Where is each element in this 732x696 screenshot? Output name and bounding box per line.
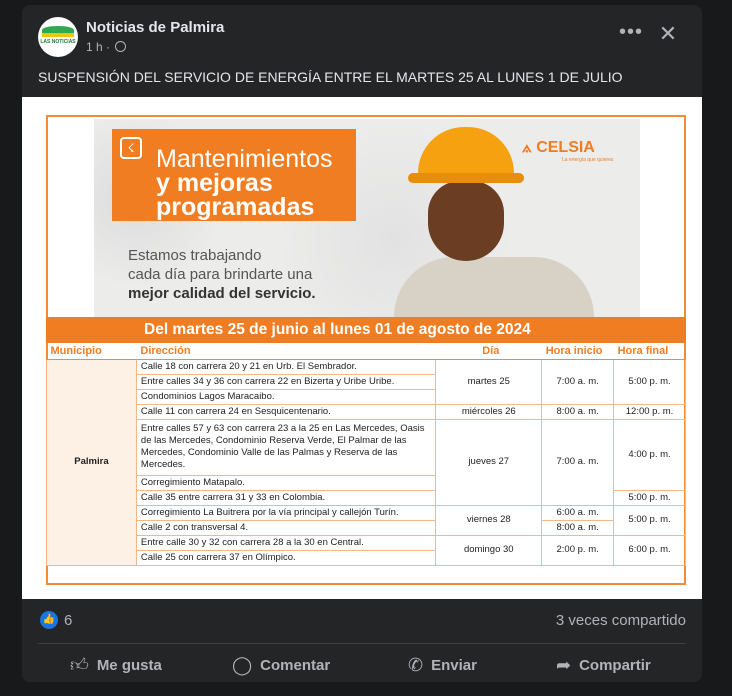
dia-cell: martes 25 [435, 358, 543, 405]
footer-divider [38, 643, 686, 644]
inicio-cell: 8:00 a. m. [541, 403, 615, 420]
final-cell: 6:00 p. m. [613, 534, 686, 566]
date-range: Del martes 25 de junio al lunes 01 de ag… [46, 317, 686, 343]
post-text: SUSPENSIÓN DEL SERVICIO DE ENERGÍA ENTRE… [38, 69, 623, 85]
send-label: Enviar [431, 656, 477, 674]
logo-yellow-band [42, 33, 74, 37]
final-cell: 5:00 p. m. [613, 504, 686, 536]
dir-cell: Calle 11 con carrera 24 en Sesquicentena… [135, 403, 437, 420]
inicio-cell: 2:00 p. m. [541, 534, 615, 566]
dir-cell: Calle 18 con carrera 20 y 21 en Urb. El … [135, 358, 437, 375]
dir-cell: Calle 35 entre carrera 31 y 33 en Colomb… [135, 489, 437, 506]
share-label: Compartir [579, 656, 651, 674]
post-card: LAS NOTICIAS Noticias de Palmira 1 h · •… [22, 5, 702, 682]
dir-cell: Entre calles 34 y 36 con carrera 22 en B… [135, 373, 437, 390]
share-count[interactable]: 3 veces compartido [556, 612, 686, 629]
post-time[interactable]: 1 h · [86, 40, 127, 54]
flyer-banner: ☇ Mantenimientos y mejoras programadas E… [94, 119, 640, 319]
flyer-subtitle-line2: cada día para brindarte una [128, 266, 313, 283]
municipio-cell: Palmira [46, 358, 137, 566]
thumbs-up-icon: 👍︎ [70, 655, 89, 675]
inicio-cell: 6:00 a. m. [541, 504, 615, 521]
comment-button[interactable]: ◯ Comentar [232, 651, 330, 679]
final-cell: 4:00 p. m. [613, 418, 686, 491]
share-button[interactable]: ➦ Compartir [556, 651, 651, 679]
table-row: Corregimiento La Buitrera por la vía pri… [47, 504, 686, 536]
title-box: ☇ Mantenimientos y mejoras programadas [112, 129, 356, 221]
comment-label: Comentar [260, 656, 331, 674]
flyer-subtitle-line3: mejor calidad del servicio. [128, 285, 316, 302]
col-direccion: Dirección [136, 343, 436, 360]
comment-icon: ◯ [232, 654, 253, 675]
post-image[interactable]: ☇ Mantenimientos y mejoras programadas E… [22, 97, 702, 599]
col-dia: Día [435, 343, 542, 360]
table-row: Entre calle 30 y 32 con carrera 28 a la … [47, 534, 686, 566]
dir-cell: Entre calle 30 y 32 con carrera 28 a la … [135, 534, 437, 551]
flyer-subtitle-line1: Estamos trabajando [128, 247, 262, 264]
like-label: Me gusta [96, 656, 162, 674]
bulb-icon: ☇ [120, 137, 142, 159]
like-button[interactable]: 👍︎ Me gusta [70, 651, 162, 679]
dia-cell: jueves 27 [435, 418, 543, 506]
dir-cell: Corregimiento Matapalo. [135, 474, 437, 491]
post-time-label[interactable]: 1 h [86, 40, 103, 54]
close-button[interactable]: ✕ [654, 20, 682, 48]
like-reaction-icon[interactable]: 👍 [40, 611, 58, 629]
helmet-brim [408, 173, 524, 183]
table-row: Calle 2 con transversal 4. 8:00 a. m. [47, 519, 686, 536]
avatar-text: LAS NOTICIAS [40, 39, 76, 45]
inicio-cell: 8:00 a. m. [541, 519, 615, 536]
reaction-count[interactable]: 6 [64, 612, 72, 629]
more-options-button[interactable]: ••• [618, 22, 644, 47]
table-row: Palmira Calle 18 con carrera 20 y 21 en … [46, 358, 686, 566]
dir-cell: Entre calles 57 y 63 con carrera 23 a la… [135, 418, 437, 476]
brand-tagline: La energía que quieres [562, 157, 614, 163]
dia-cell: miércoles 26 [435, 403, 543, 420]
brand-name: CELSIA [536, 139, 595, 156]
whatsapp-icon: ✆ [408, 654, 424, 675]
dir-cell: Calle 2 con transversal 4. [135, 519, 437, 536]
table-header-row: Municipio Dirección Día Hora inicio Hora… [46, 343, 686, 360]
dia-cell: viernes 28 [435, 504, 543, 536]
share-icon: ➦ [556, 654, 572, 675]
col-hora-inicio: Hora inicio [541, 343, 614, 360]
dir-cell: Calle 25 con carrera 37 en Olímpico. [135, 549, 437, 566]
globe-icon [115, 41, 127, 52]
helmet-icon [418, 127, 514, 179]
post-footer: 👍 6 3 veces compartido 👍︎ Me gusta ◯ Comen… [22, 599, 702, 682]
worker-shirt [394, 257, 594, 319]
col-hora-final: Hora final [613, 343, 686, 360]
dir-cell: Condominios Lagos Maracaibo. [135, 388, 437, 405]
post-header: LAS NOTICIAS Noticias de Palmira 1 h · •… [22, 5, 702, 65]
outage-table: Municipio Dirección Día Hora inicio Hora… [46, 343, 686, 566]
col-municipio: Municipio [46, 343, 137, 360]
worker-face [428, 181, 504, 261]
table-row: Entre calles 57 y 63 con carrera 23 a la… [47, 418, 686, 506]
final-cell: 5:00 p. m. [613, 358, 686, 405]
inicio-cell: 7:00 a. m. [541, 358, 615, 405]
brand-logo: ⟑ CELSIA [522, 139, 595, 156]
inicio-cell: 7:00 a. m. [541, 418, 615, 506]
page-avatar[interactable]: LAS NOTICIAS [38, 17, 78, 57]
dir-cell: Corregimiento La Buitrera por la vía pri… [135, 504, 437, 521]
send-button[interactable]: ✆ Enviar [408, 651, 477, 679]
page-name[interactable]: Noticias de Palmira [86, 19, 224, 36]
dia-cell: domingo 30 [435, 534, 543, 566]
final-cell: 12:00 p. m. [613, 403, 686, 420]
table-row: Calle 11 con carrera 24 en Sesquicentena… [47, 403, 686, 420]
final-cell: 5:00 p. m. [613, 489, 686, 506]
flyer-title-line3: programadas [156, 193, 315, 221]
